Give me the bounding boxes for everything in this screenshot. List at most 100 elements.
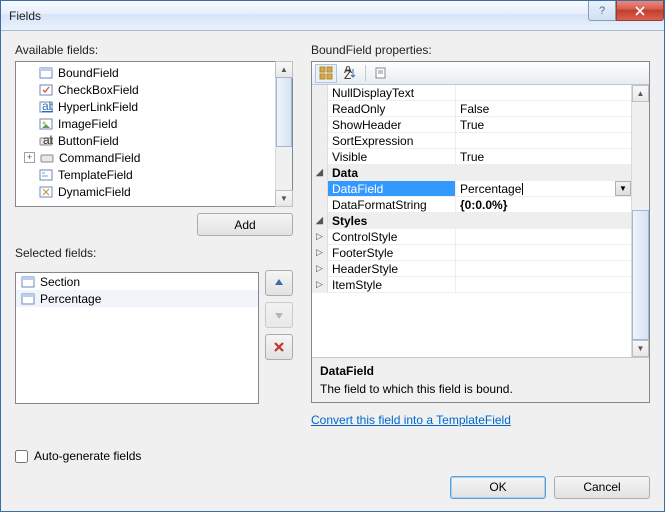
categorized-icon	[319, 66, 333, 80]
expand-icon[interactable]: ▷	[312, 229, 328, 244]
scroll-thumb[interactable]	[276, 77, 292, 147]
expand-icon[interactable]: +	[24, 152, 35, 163]
move-up-button[interactable]	[265, 270, 293, 296]
desc-title: DataField	[320, 364, 641, 378]
pages-icon	[374, 66, 388, 80]
available-fields-label: Available fields:	[15, 43, 293, 57]
fields-dialog: Fields ? Available fields: BoundField Ch…	[0, 0, 665, 512]
tree-scrollbar[interactable]: ▲ ▼	[275, 62, 292, 206]
title-bar[interactable]: Fields ?	[1, 1, 664, 31]
prop-name: ShowHeader	[328, 117, 456, 132]
tree-item-checkboxfield[interactable]: CheckBoxField	[20, 81, 275, 98]
alphabetical-button[interactable]: AZ	[339, 64, 361, 83]
dynamicfield-icon	[38, 185, 54, 199]
prop-value[interactable]	[456, 229, 631, 244]
tree-item-imagefield[interactable]: ImageField	[20, 115, 275, 132]
scroll-thumb[interactable]	[632, 210, 649, 340]
property-pages-button[interactable]	[370, 64, 392, 83]
auto-generate-checkbox[interactable]	[15, 450, 28, 463]
templatefield-icon	[38, 168, 54, 182]
scroll-up-icon[interactable]: ▲	[632, 85, 649, 102]
commandfield-icon	[39, 151, 55, 165]
propgrid-toolbar: AZ	[312, 62, 649, 85]
imagefield-icon	[38, 117, 54, 131]
prop-name: HeaderStyle	[328, 261, 456, 276]
categorized-button[interactable]	[315, 64, 337, 83]
hyperlinkfield-icon: ab	[38, 100, 54, 114]
scroll-down-icon[interactable]: ▼	[275, 190, 293, 207]
arrow-up-icon	[273, 277, 285, 289]
scroll-up-icon[interactable]: ▲	[275, 61, 293, 78]
prop-value[interactable]	[456, 277, 631, 292]
collapse-icon[interactable]: ◢	[312, 165, 328, 180]
checkboxfield-icon	[38, 83, 54, 97]
prop-value[interactable]	[456, 245, 631, 260]
prop-value-datafield[interactable]: Percentage▼	[456, 181, 631, 196]
collapse-icon[interactable]: ◢	[312, 213, 328, 228]
sort-az-icon: AZ	[343, 66, 357, 80]
prop-name: SortExpression	[328, 133, 456, 148]
tree-item-commandfield[interactable]: +CommandField	[20, 149, 275, 166]
prop-name-datafield: DataField	[328, 181, 456, 196]
auto-generate-row: Auto-generate fields	[15, 449, 293, 463]
move-down-button[interactable]	[265, 302, 293, 328]
available-fields-tree[interactable]: BoundField CheckBoxField abHyperLinkFiel…	[15, 61, 293, 207]
prop-name: Visible	[328, 149, 456, 164]
selected-fields-list[interactable]: Section Percentage	[15, 272, 259, 404]
field-icon	[38, 66, 54, 80]
expand-icon[interactable]: ▷	[312, 245, 328, 260]
add-button[interactable]: Add	[197, 213, 293, 236]
tree-item-hyperlinkfield[interactable]: abHyperLinkField	[20, 98, 275, 115]
desc-text: The field to which this field is bound.	[320, 382, 641, 396]
svg-text:Z: Z	[344, 68, 351, 80]
list-item[interactable]: Percentage	[16, 290, 258, 307]
expand-icon[interactable]: ▷	[312, 261, 328, 276]
delete-icon	[273, 341, 285, 353]
prop-name: FooterStyle	[328, 245, 456, 260]
auto-generate-label: Auto-generate fields	[34, 449, 141, 463]
arrow-down-icon	[273, 309, 285, 321]
category-data: Data	[328, 165, 456, 180]
expand-icon[interactable]: ▷	[312, 277, 328, 292]
list-item[interactable]: Section	[16, 273, 258, 290]
cancel-button[interactable]: Cancel	[554, 476, 650, 499]
prop-name: ControlStyle	[328, 229, 456, 244]
tree-item-boundfield[interactable]: BoundField	[20, 64, 275, 81]
ok-button[interactable]: OK	[450, 476, 546, 499]
prop-value[interactable]: False	[456, 101, 631, 116]
scroll-down-icon[interactable]: ▼	[632, 340, 649, 357]
prop-value[interactable]	[456, 133, 631, 148]
selected-fields-label: Selected fields:	[15, 246, 293, 260]
tree-item-templatefield[interactable]: TemplateField	[20, 166, 275, 183]
close-button[interactable]	[616, 1, 664, 21]
help-button[interactable]: ?	[588, 1, 616, 21]
close-icon	[634, 6, 646, 16]
convert-template-link[interactable]: Convert this field into a TemplateField	[311, 413, 511, 427]
propgrid-scrollbar[interactable]: ▲ ▼	[632, 85, 649, 357]
prop-value[interactable]	[456, 85, 631, 100]
prop-value[interactable]: True	[456, 149, 631, 164]
prop-name: DataFormatString	[328, 197, 456, 212]
prop-value[interactable]: {0:0.0%}	[456, 197, 631, 212]
prop-value[interactable]: True	[456, 117, 631, 132]
property-grid: AZ NullDisplayText ReadOnlyFalse ShowHea…	[311, 61, 650, 403]
window-title: Fields	[9, 9, 588, 23]
field-icon	[20, 292, 36, 306]
svg-text:ab: ab	[42, 101, 53, 113]
dropdown-button[interactable]: ▼	[615, 181, 631, 196]
field-icon	[20, 275, 36, 289]
property-description: DataField The field to which this field …	[312, 357, 649, 402]
prop-name: ReadOnly	[328, 101, 456, 116]
svg-text:ab: ab	[43, 135, 53, 147]
dialog-footer: OK Cancel	[1, 463, 664, 511]
tree-item-dynamicfield[interactable]: DynamicField	[20, 183, 275, 200]
property-rows[interactable]: NullDisplayText ReadOnlyFalse ShowHeader…	[312, 85, 632, 357]
tree-item-buttonfield[interactable]: abButtonField	[20, 132, 275, 149]
prop-value[interactable]	[456, 261, 631, 276]
prop-name: NullDisplayText	[328, 85, 456, 100]
prop-name: ItemStyle	[328, 277, 456, 292]
properties-label: BoundField properties:	[311, 43, 650, 57]
buttonfield-icon: ab	[38, 134, 54, 148]
delete-button[interactable]	[265, 334, 293, 360]
category-styles: Styles	[328, 213, 456, 228]
